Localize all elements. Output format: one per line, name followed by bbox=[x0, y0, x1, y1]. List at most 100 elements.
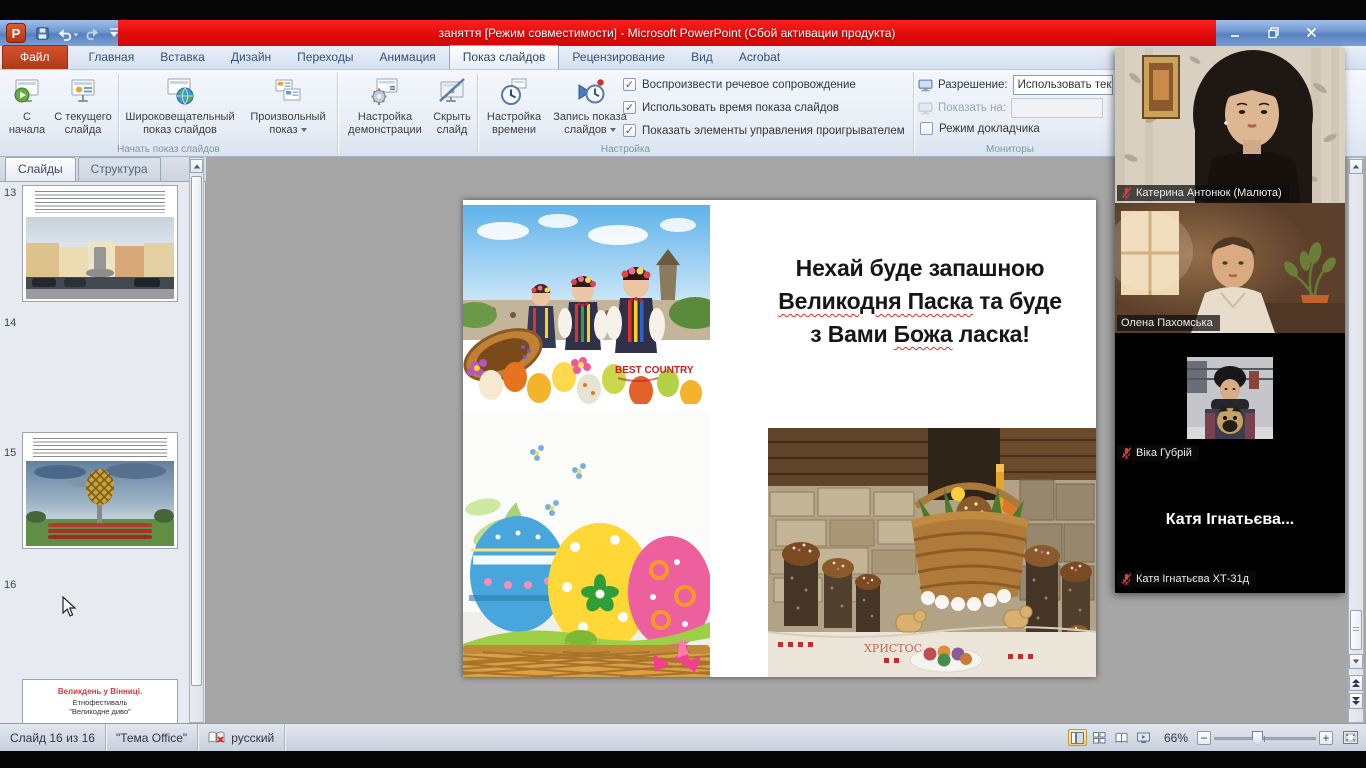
slide-photo-eggs-basket[interactable] bbox=[463, 412, 710, 677]
mouse-cursor bbox=[62, 596, 77, 618]
scroll-up-icon[interactable] bbox=[1349, 159, 1363, 174]
next-slide-button[interactable] bbox=[1349, 693, 1363, 709]
dropdown-caret-icon bbox=[301, 128, 307, 132]
slide-thumbnail-13[interactable] bbox=[22, 185, 178, 302]
participant-name-label: Катя Ігнатьєва ХТ-31д bbox=[1117, 571, 1256, 587]
powerpoint-app-icon[interactable]: P bbox=[6, 23, 26, 43]
close-icon[interactable] bbox=[1296, 23, 1326, 42]
participant-video bbox=[1115, 203, 1345, 333]
monitor-show-icon bbox=[918, 102, 933, 115]
checkbox-presenter-view[interactable]: Режим докладчика bbox=[920, 122, 1040, 135]
undo-icon[interactable] bbox=[54, 24, 80, 42]
custom-slideshow-button[interactable]: Произвольныйпоказ bbox=[242, 72, 334, 152]
flower-pink bbox=[571, 357, 591, 374]
rehearse-timings-button[interactable]: Настройкавремени bbox=[480, 72, 548, 152]
tab-home[interactable]: Главная bbox=[76, 46, 148, 69]
title-bar: P заняття [Режим совместимости] - Micros… bbox=[0, 20, 1366, 46]
slides-panel: Слайды Структура 13 bbox=[0, 157, 206, 723]
from-beginning-button[interactable]: Сначала bbox=[4, 72, 50, 152]
tab-acrobat[interactable]: Acrobat bbox=[726, 46, 793, 69]
reading-view-button[interactable] bbox=[1112, 729, 1131, 746]
participant-name-label: Віка Губрій bbox=[1117, 445, 1199, 461]
bottom-black-strip bbox=[0, 751, 1366, 768]
screen-globe-icon bbox=[164, 75, 196, 107]
checkbox-show-media-controls[interactable]: Показать элементы управления проигрывате… bbox=[623, 124, 905, 137]
slide-photo-folk-festival[interactable]: BEST COUNTRY bbox=[463, 205, 710, 404]
scrollbar-thumb[interactable] bbox=[191, 176, 202, 686]
muted-mic-icon bbox=[1121, 187, 1132, 199]
slide-title-text[interactable]: Нехай буде запашною Великодня Паска та б… bbox=[755, 252, 1085, 351]
zoom-out-button[interactable]: − bbox=[1197, 731, 1211, 745]
checkbox-use-timings[interactable]: Использовать время показа слайдов bbox=[623, 101, 839, 114]
checkbox-icon[interactable] bbox=[623, 101, 636, 114]
restore-button[interactable] bbox=[1258, 23, 1288, 42]
checkbox-icon[interactable] bbox=[920, 122, 933, 135]
tab-outline[interactable]: Структура bbox=[78, 157, 161, 181]
quick-access-toolbar bbox=[32, 24, 124, 42]
hide-slide-button[interactable]: Скрытьслайд bbox=[430, 72, 474, 152]
slides-panel-scrollbar[interactable] bbox=[189, 157, 204, 723]
save-icon[interactable] bbox=[32, 24, 52, 42]
powerpoint-window: P заняття [Режим совместимости] - Micros… bbox=[0, 0, 1366, 768]
scrollbar-thumb[interactable] bbox=[1350, 610, 1362, 650]
tab-design[interactable]: Дизайн bbox=[218, 46, 284, 69]
participant-display-name: Катя Ігнатьєва... bbox=[1115, 511, 1345, 529]
custom-show-icon bbox=[272, 75, 304, 107]
fit-to-window-button[interactable] bbox=[1341, 729, 1360, 746]
tab-insert[interactable]: Вставка bbox=[147, 46, 218, 69]
group-label: Начать показ слайдов bbox=[0, 144, 337, 155]
spellcheck-icon bbox=[208, 730, 225, 745]
participant-tile-1[interactable]: Катерина Антонюк (Малюта) bbox=[1115, 48, 1345, 203]
scroll-up-icon[interactable] bbox=[190, 159, 203, 173]
theme-name[interactable]: "Тема Office" bbox=[106, 724, 198, 751]
slide-photo-easter-baskets[interactable]: ХРИСТОС bbox=[768, 428, 1096, 677]
window-controls bbox=[1220, 23, 1326, 42]
record-slideshow-button[interactable]: Запись показаслайдов bbox=[551, 72, 629, 152]
slide-sorter-view-button[interactable] bbox=[1090, 729, 1109, 746]
zoom-percentage[interactable]: 66% bbox=[1164, 731, 1188, 745]
slide-thumbnail-14[interactable] bbox=[22, 432, 178, 549]
resolution-row: Разрешение: Использовать теку bbox=[918, 75, 1113, 95]
photo-watermark: BEST COUNTRY bbox=[615, 365, 694, 376]
tab-view[interactable]: Вид bbox=[678, 46, 726, 69]
participant-tile-4[interactable]: Катя Ігнатьєва... Катя Ігнатьєва ХТ-31д bbox=[1115, 463, 1345, 593]
previous-slide-button[interactable] bbox=[1349, 675, 1363, 691]
participant-avatar bbox=[1187, 357, 1273, 439]
editor-scrollbar[interactable] bbox=[1348, 157, 1364, 723]
zoom-in-button[interactable]: + bbox=[1319, 731, 1333, 745]
hide-slide-icon bbox=[436, 75, 468, 107]
status-bar: Слайд 16 из 16 "Тема Office" русский 66%… bbox=[0, 723, 1366, 751]
tab-slides[interactable]: Слайды bbox=[5, 157, 76, 181]
zoom-slider[interactable] bbox=[1214, 731, 1316, 745]
show-on-dropdown bbox=[1011, 98, 1103, 118]
from-current-slide-button[interactable]: С текущегослайда bbox=[50, 72, 116, 152]
language-segment[interactable]: русский bbox=[198, 724, 285, 751]
tab-review[interactable]: Рецензирование bbox=[559, 46, 678, 69]
participant-name-label: Катерина Антонюк (Малюта) bbox=[1117, 185, 1289, 201]
tab-transitions[interactable]: Переходы bbox=[284, 46, 366, 69]
slideshow-view-button[interactable] bbox=[1134, 729, 1153, 746]
tab-animations[interactable]: Анимация bbox=[366, 46, 448, 69]
video-call-window: Катерина Антонюк (Малюта) bbox=[1115, 48, 1345, 593]
setup-show-icon bbox=[369, 75, 401, 107]
participant-tile-3[interactable]: Віка Губрій bbox=[1115, 333, 1345, 463]
zoom-slider-thumb[interactable] bbox=[1252, 731, 1263, 745]
participant-name-label: Олена Пахомська bbox=[1117, 315, 1220, 331]
dropdown-caret-icon bbox=[610, 128, 616, 132]
minimize-button[interactable] bbox=[1220, 23, 1250, 42]
broadcast-slideshow-button[interactable]: Широковещательныйпоказ слайдов bbox=[121, 72, 239, 152]
slide-canvas[interactable]: BEST COUNTRY Нехай буде запашною Великод… bbox=[463, 200, 1096, 677]
checkbox-icon[interactable] bbox=[623, 124, 636, 137]
setup-slideshow-button[interactable]: Настройкадемонстрации bbox=[342, 72, 428, 152]
redo-icon[interactable] bbox=[82, 24, 102, 42]
scroll-down-icon[interactable] bbox=[1349, 654, 1363, 669]
checkbox-play-narrations[interactable]: Воспроизвести речевое сопровождение bbox=[623, 78, 856, 91]
record-clock-icon bbox=[574, 75, 606, 107]
participant-tile-2[interactable]: Олена Пахомська bbox=[1115, 203, 1345, 333]
checkbox-icon[interactable] bbox=[623, 78, 636, 91]
tab-slideshow[interactable]: Показ слайдов bbox=[449, 45, 560, 69]
tab-file[interactable]: Файл bbox=[2, 45, 68, 69]
normal-view-button[interactable] bbox=[1068, 729, 1087, 746]
resolution-dropdown[interactable]: Использовать теку bbox=[1013, 75, 1113, 95]
screen-slide-icon bbox=[67, 75, 99, 107]
